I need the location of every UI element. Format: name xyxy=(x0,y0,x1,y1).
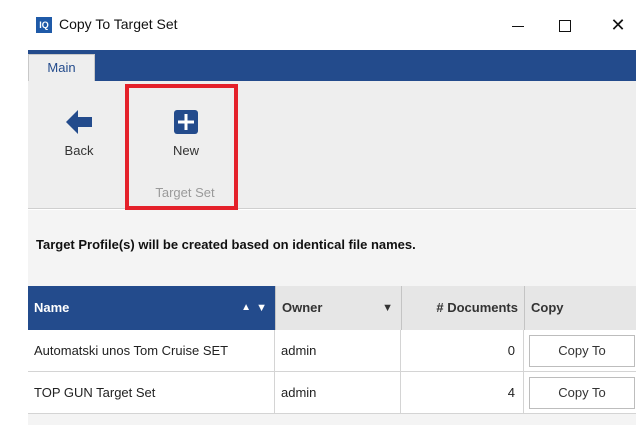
back-label: Back xyxy=(64,143,94,158)
row-documents: 0 xyxy=(401,330,524,372)
filter-icon[interactable]: ▼ xyxy=(256,286,267,330)
minimize-button[interactable] xyxy=(498,10,538,40)
target-set-table: Name ▲ ▼ Owner ▼ # Documents Copy Automa… xyxy=(28,286,636,414)
maximize-icon xyxy=(559,20,571,32)
window-title: Copy To Target Set xyxy=(59,16,178,32)
ribbon-tab-bar xyxy=(28,50,636,81)
ribbon: Back New Target Set xyxy=(28,81,636,210)
table-header: Name ▲ ▼ Owner ▼ # Documents Copy xyxy=(28,286,636,330)
row-owner: admin xyxy=(275,330,401,372)
copy-to-button[interactable]: Copy To xyxy=(529,377,635,409)
sort-ascending-icon[interactable]: ▲ xyxy=(241,286,251,330)
row-documents: 4 xyxy=(401,372,524,414)
column-header-owner[interactable]: Owner ▼ xyxy=(275,286,401,330)
row-name: Automatski unos Tom Cruise SET xyxy=(28,330,275,372)
row-copy-cell: Copy To xyxy=(524,330,636,372)
tab-main[interactable]: Main xyxy=(28,54,95,82)
row-owner: admin xyxy=(275,372,401,414)
highlight-box xyxy=(125,84,238,210)
notice-text: Target Profile(s) will be created based … xyxy=(36,237,416,252)
table-row[interactable]: Automatski unos Tom Cruise SET admin 0 C… xyxy=(28,330,636,372)
maximize-button[interactable] xyxy=(545,10,585,40)
app-icon: IQ xyxy=(36,17,52,33)
arrow-left-icon xyxy=(66,110,92,134)
row-name: TOP GUN Target Set xyxy=(28,372,275,414)
close-button[interactable]: ✕ xyxy=(598,10,636,40)
close-icon: ✕ xyxy=(610,15,626,35)
column-header-name[interactable]: Name ▲ ▼ xyxy=(28,286,275,330)
column-header-copy[interactable]: Copy xyxy=(524,286,636,330)
title-bar: IQ Copy To Target Set ✕ xyxy=(0,0,636,50)
row-copy-cell: Copy To xyxy=(524,372,636,414)
minimize-icon xyxy=(512,26,524,27)
filter-icon[interactable]: ▼ xyxy=(382,286,393,330)
column-header-documents[interactable]: # Documents xyxy=(401,286,524,330)
back-button[interactable]: Back xyxy=(54,109,104,158)
copy-to-button[interactable]: Copy To xyxy=(529,335,635,367)
table-row[interactable]: TOP GUN Target Set admin 4 Copy To xyxy=(28,372,636,414)
